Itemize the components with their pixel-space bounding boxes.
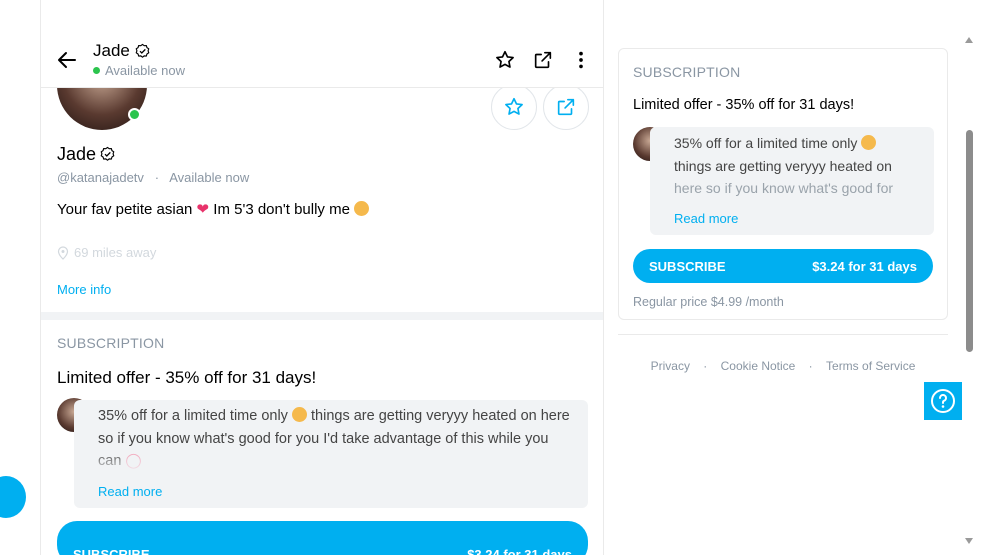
bio-text: Your fav petite asian [57, 201, 193, 218]
header-actions [493, 48, 593, 72]
regular-price: Regular price $4.99 /month [633, 295, 784, 309]
profile-name: Jade [57, 144, 116, 165]
footer: Privacy · Cookie Notice · Terms of Servi… [618, 334, 948, 394]
subscribe-button[interactable]: SUBSCRIBE $3.24 for 31 days [57, 521, 588, 555]
profile-column: Jade Available now Jade @katanajadetv · … [40, 0, 604, 555]
page-scrollbar[interactable] [962, 30, 976, 555]
online-indicator [128, 108, 141, 121]
offer-message-box: 35% off for a limited time only things a… [650, 127, 934, 235]
footer-separator: · [699, 359, 711, 373]
add-to-favorites-button[interactable] [491, 84, 537, 130]
heart-emoji-icon: ❤ [196, 201, 210, 218]
profile-handle[interactable]: @katanajadetv [57, 170, 144, 185]
subscribe-button-label: SUBSCRIBE [649, 258, 726, 274]
bio-text-tail: Im 5'3 don't bully me [213, 201, 350, 218]
blushing-emoji-icon [354, 201, 370, 216]
profile-header: Jade Available now [41, 36, 603, 88]
profile-handle-row: @katanajadetv · Available now [57, 170, 249, 185]
star-icon [496, 50, 514, 68]
read-more-link[interactable]: Read more [98, 484, 162, 499]
side-fab-button[interactable] [0, 476, 26, 518]
verified-icon [100, 146, 115, 161]
hot-face-emoji-icon [291, 407, 307, 422]
share-icon [557, 98, 575, 116]
more-info-link[interactable]: More info [57, 282, 111, 297]
online-dot [93, 67, 100, 74]
share-profile-button[interactable] [543, 84, 589, 130]
profile-name-text: Jade [57, 144, 97, 164]
offer-message-box: 35% off for a limited time only things a… [74, 400, 588, 508]
header-status-text: Available now [105, 63, 185, 78]
scrollbar-thumb[interactable] [966, 130, 973, 352]
offer-message-line1: 35% off for a limited time only [674, 132, 930, 155]
back-button[interactable] [55, 48, 79, 72]
header-status: Available now [93, 63, 185, 78]
profile-bio: Your fav petite asian ❤ Im 5'3 don't bul… [57, 200, 370, 218]
privacy-link[interactable]: Privacy [651, 359, 690, 373]
subscription-label: SUBSCRIPTION [57, 335, 165, 351]
read-more-link[interactable]: Read more [674, 211, 738, 226]
location-pin-icon [57, 245, 69, 260]
profile-location: 69 miles away [57, 245, 156, 260]
offer-title: Limited offer - 35% off for 31 days! [57, 368, 317, 387]
location-text: 69 miles away [74, 245, 157, 260]
more-vertical-icon [579, 51, 583, 69]
subscribe-button[interactable]: SUBSCRIBE $3.24 for 31 days [633, 249, 933, 283]
section-divider [41, 312, 603, 320]
offer-message-line3: here so if you know what's good for [674, 180, 894, 196]
subscribe-button-price: $3.24 for 31 days [812, 258, 917, 274]
help-button[interactable] [924, 382, 962, 420]
share-button[interactable] [531, 48, 555, 72]
footer-links: Privacy · Cookie Notice · Terms of Servi… [618, 359, 948, 373]
footer-separator: · [805, 359, 817, 373]
offer-message: 35% off for a limited time only things a… [674, 132, 930, 200]
header-name[interactable]: Jade [93, 41, 151, 61]
offer-message-line1-text: 35% off for a limited time only [674, 135, 858, 151]
favorite-button[interactable] [493, 48, 517, 72]
subscribe-button-label: SUBSCRIBE [73, 546, 150, 555]
scroll-down-arrow-icon[interactable] [965, 538, 973, 544]
terms-link[interactable]: Terms of Service [826, 359, 915, 373]
profile-availability: Available now [169, 170, 250, 185]
subscription-label: SUBSCRIPTION [633, 64, 741, 80]
offer-message-line2: things are getting veryyy heated on [674, 157, 892, 174]
fade-overlay [74, 450, 588, 472]
cookie-notice-link[interactable]: Cookie Notice [721, 359, 796, 373]
arrow-left-icon [58, 52, 76, 68]
subscription-card: SUBSCRIPTION Limited offer - 35% off for… [618, 48, 948, 320]
star-icon [505, 97, 523, 115]
verified-icon [135, 43, 150, 58]
offer-message-part1: 35% off for a limited time only [98, 408, 288, 424]
more-button[interactable] [569, 48, 593, 72]
share-icon [534, 51, 552, 69]
subscribe-button-price: $3.24 for 31 days [467, 546, 572, 555]
hot-face-emoji-icon [861, 135, 877, 150]
header-name-text: Jade [93, 41, 130, 60]
separator-dot: · [147, 170, 167, 185]
help-icon [931, 389, 955, 413]
offer-title: Limited offer - 35% off for 31 days! [633, 97, 855, 113]
scroll-up-arrow-icon[interactable] [965, 37, 973, 43]
